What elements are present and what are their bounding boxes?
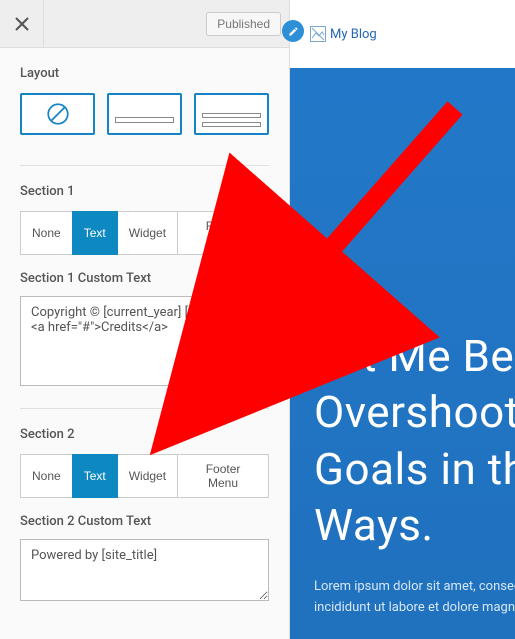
- close-icon: [15, 17, 29, 31]
- section2-option-widget[interactable]: Widget: [117, 454, 178, 498]
- section2-label: Section 2: [20, 427, 269, 442]
- section1-option-widget[interactable]: Widget: [117, 211, 178, 255]
- divider: [20, 165, 269, 166]
- section2-custom-label: Section 2 Custom Text: [20, 514, 269, 529]
- section1-custom-label: Section 1 Custom Text: [20, 271, 269, 286]
- section1-custom-textarea[interactable]: [20, 296, 269, 386]
- layout-options: [20, 93, 269, 135]
- section2-option-text[interactable]: Text: [72, 454, 118, 498]
- publish-button[interactable]: Published: [206, 12, 281, 36]
- layout-option-single-bar[interactable]: [107, 93, 182, 135]
- hero-heading: Let Me Be Overshoot Goals in the Ways.: [314, 328, 515, 553]
- section1-label: Section 1: [20, 184, 269, 199]
- section1-option-none[interactable]: None: [20, 211, 73, 255]
- preview-header: My Blog: [290, 0, 515, 68]
- layout-label: Layout: [20, 66, 269, 81]
- customizer-sidebar: Published Layout Section 1 None Text Wid…: [0, 0, 290, 639]
- section2-custom-textarea[interactable]: [20, 539, 269, 601]
- hero-section: Let Me Be Overshoot Goals in the Ways. L…: [290, 68, 515, 639]
- section1-type-group: None Text Widget Footer Menu: [20, 211, 269, 255]
- layout-option-double-bar[interactable]: [194, 93, 269, 135]
- prohibit-icon: [45, 101, 71, 127]
- hero-body: Lorem ipsum dolor sit amet, consec incid…: [314, 577, 515, 619]
- preview-pane: My Blog Let Me Be Overshoot Goals in the…: [290, 0, 515, 639]
- section1-option-text[interactable]: Text: [72, 211, 118, 255]
- divider: [20, 408, 269, 409]
- broken-image-icon: [310, 26, 326, 42]
- section2-option-none[interactable]: None: [20, 454, 73, 498]
- pencil-icon: [288, 26, 299, 37]
- section1-option-footer-menu[interactable]: Footer Menu: [177, 211, 269, 255]
- site-logo-link[interactable]: My Blog: [308, 24, 379, 44]
- close-button[interactable]: [0, 0, 44, 48]
- section2-type-group: None Text Widget Footer Menu: [20, 454, 269, 498]
- edit-shortcut-badge[interactable]: [282, 20, 304, 42]
- panel-body: Layout Section 1 None Text Widget Footer…: [0, 48, 289, 639]
- sidebar-header: Published: [0, 0, 289, 48]
- layout-option-none[interactable]: [20, 93, 95, 135]
- site-logo-alt: My Blog: [330, 27, 377, 42]
- section2-option-footer-menu[interactable]: Footer Menu: [177, 454, 269, 498]
